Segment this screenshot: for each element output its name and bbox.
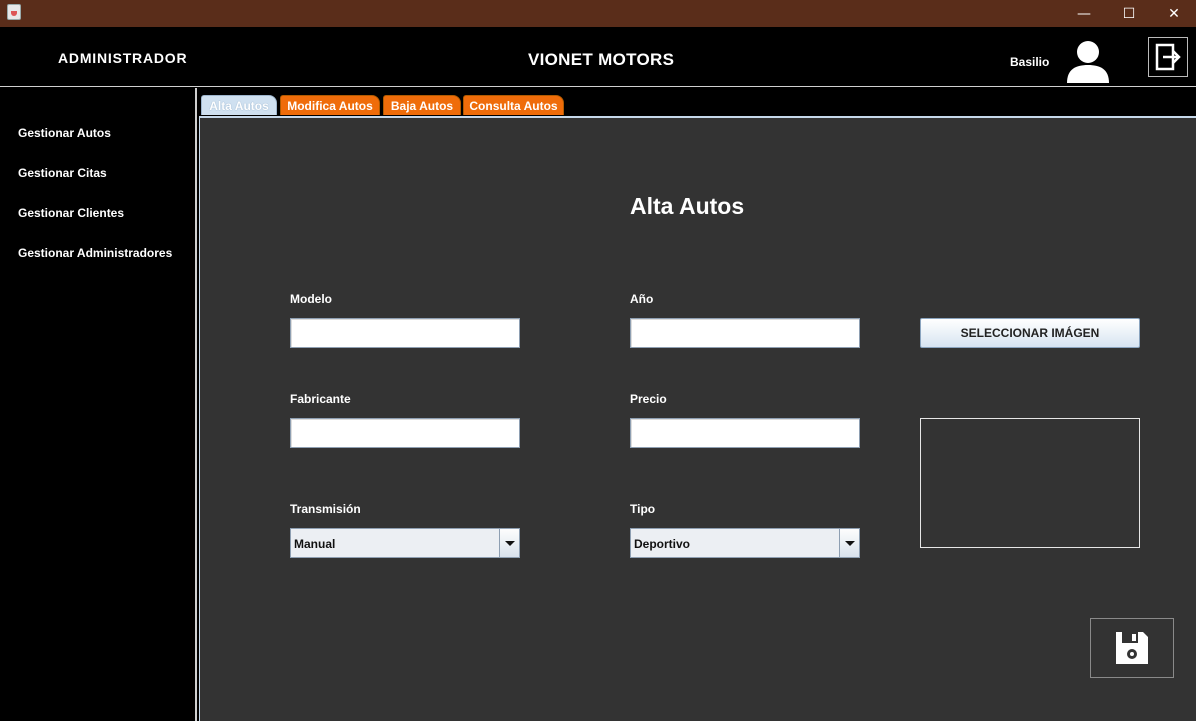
close-button[interactable]: ✕ [1152,0,1196,27]
transmision-label: Transmisión [290,502,361,516]
sidebar-item-gestionar-citas[interactable]: Gestionar Citas [18,166,107,180]
tab-baja-autos[interactable]: Baja Autos [383,95,461,115]
role-title: ADMINISTRADOR [58,50,188,66]
minimize-button[interactable]: — [1062,0,1106,27]
fabricante-field[interactable] [290,418,520,448]
maximize-button[interactable]: ☐ [1107,0,1151,27]
modelo-label: Modelo [290,292,332,306]
tab-modifica-autos[interactable]: Modifica Autos [280,95,380,115]
floppy-disk-icon [1116,632,1148,664]
precio-field[interactable] [630,418,860,448]
tipo-select[interactable]: Deportivo [630,528,860,558]
window-titlebar: — ☐ ✕ [0,0,1196,27]
chevron-down-icon[interactable] [839,529,859,557]
logout-icon [1155,43,1181,71]
transmision-select[interactable]: Manual [290,528,520,558]
image-preview [920,418,1140,548]
select-image-button[interactable]: SELECCIONAR IMÁGEN [920,318,1140,348]
fabricante-input[interactable] [291,419,519,447]
page-title: Alta Autos [630,193,745,219]
java-app-icon [7,4,21,20]
anio-input[interactable] [631,319,859,347]
modelo-input[interactable] [291,319,519,347]
sidebar: Gestionar Autos Gestionar Citas Gestiona… [0,88,197,721]
modelo-field[interactable] [290,318,520,348]
app-header: ADMINISTRADOR VIONET MOTORS Basilio [0,27,1196,87]
user-name: Basilio [1010,55,1050,69]
save-button[interactable] [1090,618,1174,678]
logout-button[interactable] [1148,37,1188,77]
anio-field[interactable] [630,318,860,348]
precio-input[interactable] [631,419,859,447]
sidebar-item-gestionar-administradores[interactable]: Gestionar Administradores [18,246,172,260]
tab-consulta-autos[interactable]: Consulta Autos [463,95,564,115]
tipo-label: Tipo [630,502,656,516]
chevron-down-icon[interactable] [499,529,519,557]
tipo-selected-value: Deportivo [634,537,691,551]
anio-label: Año [630,292,654,306]
transmision-selected-value: Manual [294,537,336,551]
sidebar-item-gestionar-autos[interactable]: Gestionar Autos [18,126,111,140]
precio-label: Precio [630,392,667,406]
user-icon [1066,39,1110,83]
tab-strip: Alta Autos Modifica Autos Baja Autos Con… [199,88,1196,116]
sidebar-item-gestionar-clientes[interactable]: Gestionar Clientes [18,206,124,220]
tab-alta-autos[interactable]: Alta Autos [201,95,277,115]
app-title: VIONET MOTORS [528,50,675,69]
fabricante-label: Fabricante [290,392,351,406]
